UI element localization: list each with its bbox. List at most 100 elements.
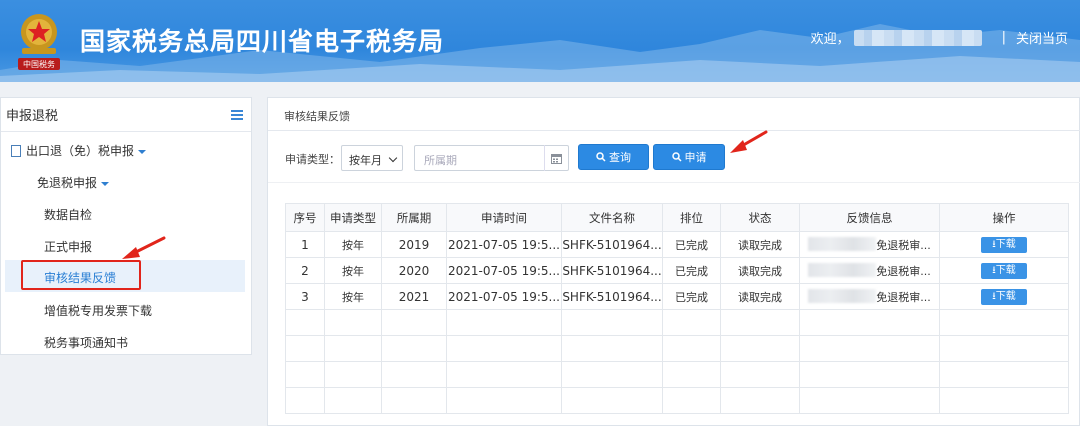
cell-no: 1 bbox=[285, 231, 325, 258]
sidebar-header: 申报退税 bbox=[1, 98, 251, 132]
col-header: 排位 bbox=[662, 203, 721, 232]
cell-time: 2021-07-05 19:5... bbox=[446, 283, 562, 310]
site-title: 国家税务总局四川省电子税务局 bbox=[80, 27, 445, 56]
download-button[interactable]: ⭳下载 bbox=[981, 237, 1027, 253]
feedback-text: 免退税审... bbox=[876, 238, 931, 252]
table-row: 1 按年 2019 2021-07-05 19:5... SHFK-510196… bbox=[285, 231, 1069, 258]
sidebar-item-label: 免退税申报 bbox=[37, 176, 98, 190]
sidebar-item-self-check[interactable]: 数据自检 bbox=[44, 206, 92, 223]
calendar-icon[interactable] bbox=[544, 145, 568, 171]
red-arrow-annotation bbox=[730, 130, 768, 153]
col-header: 申请时间 bbox=[446, 203, 562, 232]
main-panel: 审核结果反馈 申请类型： 按年月 所属期 查询 申请 序号 申请类型 所属期 申… bbox=[267, 97, 1080, 426]
apply-type-select[interactable]: 按年月 bbox=[341, 145, 403, 171]
table-row-empty bbox=[285, 361, 1069, 388]
col-header: 操作 bbox=[939, 203, 1069, 232]
apply-type-value: 按年月 bbox=[349, 154, 382, 167]
download-label: 下载 bbox=[995, 239, 1016, 250]
svg-text:中国税务: 中国税务 bbox=[23, 59, 55, 69]
col-header: 序号 bbox=[285, 203, 325, 232]
col-header: 所属期 bbox=[381, 203, 447, 232]
feedback-table: 序号 申请类型 所属期 申请时间 文件名称 排位 状态 反馈信息 操作 1 按年… bbox=[285, 203, 1069, 414]
caret-down-icon bbox=[101, 181, 110, 186]
table-row-empty bbox=[285, 335, 1069, 362]
apply-button[interactable]: 申请 bbox=[653, 144, 725, 170]
cell-no: 3 bbox=[285, 283, 325, 310]
cell-action: ⭳下载 bbox=[939, 283, 1069, 310]
cell-feedback: 免退税审... bbox=[799, 257, 940, 284]
table-row-empty bbox=[285, 309, 1069, 336]
feedback-text: 免退税审... bbox=[876, 264, 931, 278]
header-user-area: 欢迎， | 关闭当页 bbox=[811, 28, 1068, 47]
cell-period: 2020 bbox=[381, 257, 447, 284]
sidebar-title: 申报退税 bbox=[6, 109, 59, 124]
table-row: 3 按年 2021 2021-07-05 19:5... SHFK-510196… bbox=[285, 283, 1069, 310]
apply-type-label: 申请类型： bbox=[285, 153, 340, 166]
cell-type: 按年 bbox=[324, 257, 382, 284]
query-button[interactable]: 查询 bbox=[578, 144, 649, 170]
cell-file: SHFK-5101964... bbox=[561, 257, 663, 284]
cell-status: 读取完成 bbox=[720, 231, 800, 258]
download-label: 下载 bbox=[995, 265, 1016, 276]
divider bbox=[268, 182, 1080, 183]
cell-status: 读取完成 bbox=[720, 257, 800, 284]
cell-type: 按年 bbox=[324, 231, 382, 258]
header-separator: | bbox=[1001, 30, 1006, 45]
table-header-row: 序号 申请类型 所属期 申请时间 文件名称 排位 状态 反馈信息 操作 bbox=[285, 203, 1069, 232]
cell-type: 按年 bbox=[324, 283, 382, 310]
download-button[interactable]: ⭳下载 bbox=[981, 289, 1027, 305]
divider bbox=[268, 130, 1080, 131]
cell-rank: 已完成 bbox=[662, 257, 721, 284]
feedback-text: 免退税审... bbox=[876, 290, 931, 304]
cell-action: ⭳下载 bbox=[939, 231, 1069, 258]
period-placeholder: 所属期 bbox=[424, 154, 457, 167]
hamburger-menu-icon[interactable] bbox=[231, 109, 243, 120]
col-header: 反馈信息 bbox=[799, 203, 940, 232]
cell-rank: 已完成 bbox=[662, 231, 721, 258]
sidebar-item-label: 出口退（免）税申报 bbox=[26, 144, 135, 158]
cell-time: 2021-07-05 19:5... bbox=[446, 257, 562, 284]
col-header: 文件名称 bbox=[561, 203, 663, 232]
highlight-box bbox=[21, 260, 141, 290]
filter-bar: 申请类型： 按年月 所属期 查询 申请 bbox=[268, 138, 1080, 182]
app-header: 中国税务 国家税务总局四川省电子税务局 欢迎， | 关闭当页 bbox=[0, 0, 1080, 82]
cell-action: ⭳下载 bbox=[939, 257, 1069, 284]
query-button-label: 查询 bbox=[609, 151, 631, 164]
search-icon bbox=[596, 152, 606, 162]
sidebar-item-exemption-refund[interactable]: 免退税申报 bbox=[37, 174, 110, 191]
masked-text bbox=[808, 236, 877, 251]
cell-file: SHFK-5101964... bbox=[561, 283, 663, 310]
sidebar: 申报退税 出口退（免）税申报 免退税申报 数据自检 正式申报 审核结果反馈 增值… bbox=[0, 97, 252, 355]
col-header: 状态 bbox=[720, 203, 800, 232]
apply-button-label: 申请 bbox=[684, 151, 707, 164]
search-icon bbox=[671, 152, 682, 162]
document-icon bbox=[11, 145, 21, 157]
breadcrumb: 审核结果反馈 bbox=[284, 110, 350, 123]
cell-file: SHFK-5101964... bbox=[561, 231, 663, 258]
download-button[interactable]: ⭳下载 bbox=[981, 263, 1027, 279]
sidebar-item-tax-notice[interactable]: 税务事项通知书 bbox=[44, 334, 128, 351]
welcome-text: 欢迎， bbox=[810, 32, 850, 47]
chevron-down-icon bbox=[388, 153, 398, 163]
caret-down-icon bbox=[138, 149, 147, 154]
cell-feedback: 免退税审... bbox=[799, 231, 940, 258]
cell-status: 读取完成 bbox=[720, 283, 800, 310]
period-input[interactable]: 所属期 bbox=[414, 145, 569, 171]
cell-rank: 已完成 bbox=[662, 283, 721, 310]
close-page-link[interactable]: 关闭当页 bbox=[1016, 28, 1068, 47]
red-arrow-annotation bbox=[122, 236, 166, 259]
sidebar-item-formal-declare[interactable]: 正式申报 bbox=[44, 238, 92, 255]
sidebar-item-export-refund[interactable]: 出口退（免）税申报 bbox=[11, 142, 147, 159]
cell-no: 2 bbox=[285, 257, 325, 284]
masked-text bbox=[808, 288, 877, 303]
tax-emblem-logo: 中国税务 bbox=[18, 14, 60, 70]
username-masked bbox=[853, 29, 982, 46]
cell-period: 2021 bbox=[381, 283, 447, 310]
sidebar-item-invoice-download[interactable]: 增值税专用发票下载 bbox=[44, 302, 152, 319]
col-header: 申请类型 bbox=[324, 203, 382, 232]
download-label: 下载 bbox=[995, 291, 1016, 302]
cell-feedback: 免退税审... bbox=[799, 283, 940, 310]
table-row-empty bbox=[285, 387, 1069, 414]
table-row: 2 按年 2020 2021-07-05 19:5... SHFK-510196… bbox=[285, 257, 1069, 284]
cell-period: 2019 bbox=[381, 231, 447, 258]
